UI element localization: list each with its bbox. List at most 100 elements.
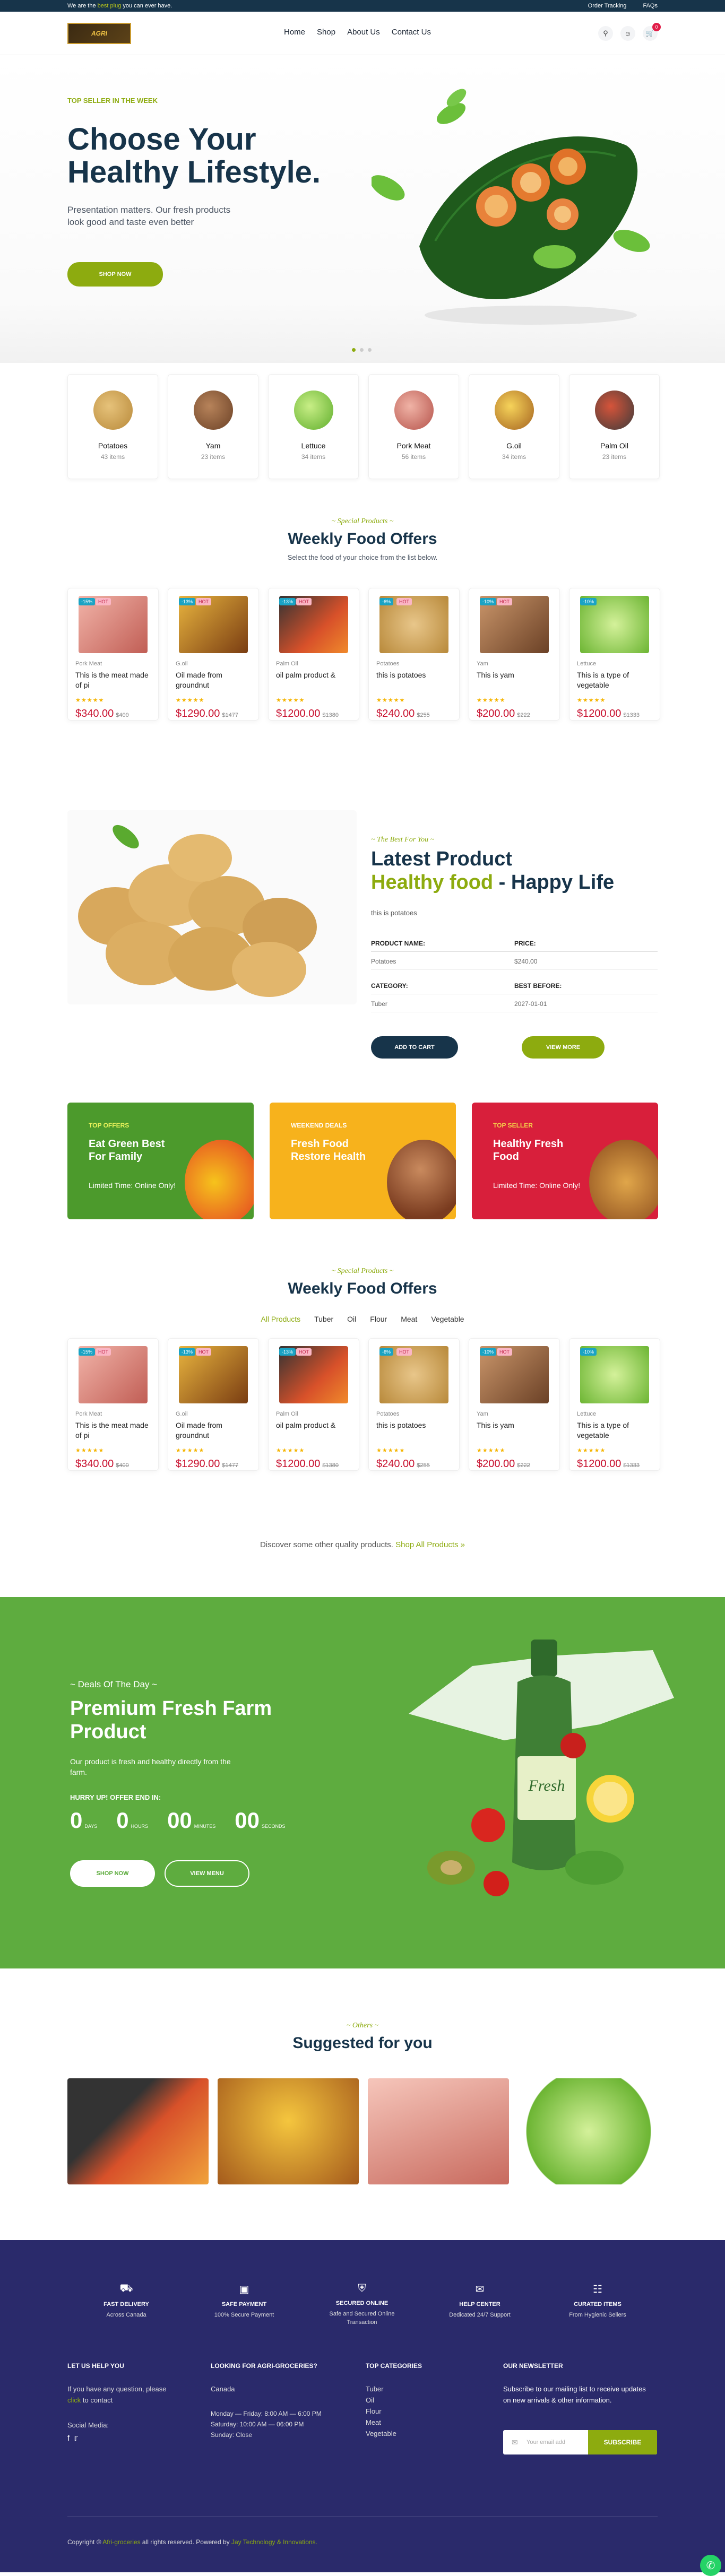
category-card-g-oil[interactable]: G.oil 34 items	[469, 374, 559, 479]
product-name[interactable]: oil palm product &	[276, 1420, 351, 1441]
hours-sunday: Sunday: Close	[211, 2431, 253, 2439]
hero-shop-now-button[interactable]: SHOP NOW	[67, 262, 163, 287]
footer-category-link[interactable]: Oil	[366, 2395, 451, 2406]
category-card-palm-oil[interactable]: Palm Oil 23 items	[569, 374, 660, 479]
product-name[interactable]: oil palm product &	[276, 670, 351, 690]
nav-contact-us[interactable]: Contact Us	[392, 28, 431, 37]
product-name[interactable]: This is the meat made of pi	[75, 670, 151, 690]
product-card[interactable]: -10% HOT Yam This is yam ★★★★★ $200.00 $222	[469, 588, 560, 721]
chat-icon: ✉	[475, 2284, 485, 2295]
promo-eat-green[interactable]: TOP OFFERS Eat Green Best For Family Limit…	[67, 1103, 254, 1219]
search-icon[interactable]: ⚲	[598, 26, 613, 41]
view-more-button[interactable]: VIEW MORE	[522, 1036, 605, 1059]
facebook-icon[interactable]: f	[67, 2434, 70, 2443]
product-card[interactable]: -13% HOT G.oil Oil made from groundnut ★★★★★…	[168, 588, 259, 721]
feature-help-center: ✉ HELP CENTER Dedicated 24/7 Support	[421, 2283, 539, 2327]
product-card[interactable]: -6% HOT Potatoes this is potatoes ★★★★★ $240.…	[368, 1338, 460, 1471]
product-name[interactable]: This is yam	[477, 1420, 552, 1441]
tab-tuber[interactable]: Tuber	[314, 1315, 333, 1323]
nav-home[interactable]: Home	[284, 28, 305, 37]
product-card[interactable]: -6% HOT Potatoes this is potatoes ★★★★★ $240.…	[368, 588, 460, 721]
footer-category-link[interactable]: Tuber	[366, 2383, 451, 2395]
user-icon[interactable]: ☺	[620, 26, 635, 41]
slider-dot[interactable]	[368, 348, 372, 352]
suggested-groundnut-oil[interactable]	[218, 2078, 359, 2184]
tab-flour[interactable]: Flour	[370, 1315, 387, 1323]
footer-category-link[interactable]: Flour	[366, 2406, 451, 2417]
product-name[interactable]: Oil made from groundnut	[176, 1420, 251, 1441]
shop-all-products-link[interactable]: Shop All Products »	[395, 1540, 465, 1549]
contact-click-link[interactable]: click	[67, 2396, 81, 2404]
pork-meat-image	[394, 391, 434, 430]
product-card[interactable]: -15% HOT Pork Meat This is the meat made of…	[67, 1338, 159, 1471]
category-card-yam[interactable]: Yam 23 items	[168, 374, 258, 479]
old-price: $222	[517, 1462, 530, 1469]
product-card[interactable]: -15% HOT Pork Meat This is the meat made of…	[67, 588, 159, 721]
tab-oil[interactable]: Oil	[347, 1315, 356, 1323]
hot-badge: HOT	[396, 1348, 412, 1356]
category-card-potatoes[interactable]: Potatoes 43 items	[67, 374, 158, 479]
deal-view-menu-button[interactable]: VIEW MENU	[165, 1860, 249, 1887]
deal-kicker: ~ Deals Of The Day ~	[70, 1679, 158, 1689]
twitter-icon[interactable]: 𝕣	[74, 2434, 78, 2443]
product-card[interactable]: -10% Lettuce This is a type of vegetable ★★…	[569, 588, 660, 721]
product-name[interactable]: this is potatoes	[376, 670, 452, 690]
discount-badge: -6%	[379, 1348, 394, 1356]
product-card[interactable]: -10% HOT Yam This is yam ★★★★★ $200.00 $222	[469, 1338, 560, 1471]
nav-about-us[interactable]: About Us	[347, 28, 380, 37]
newsletter-form: ✉ Your email add SUBSCRIBE	[503, 2430, 657, 2454]
slider-dot[interactable]	[360, 348, 364, 352]
tab-vegetable[interactable]: Vegetable	[431, 1315, 464, 1323]
palm-oil-image	[594, 391, 634, 430]
tab-all-products[interactable]: All Products	[261, 1315, 300, 1323]
category-count: 23 items	[201, 453, 226, 461]
rating-stars: ★★★★★	[477, 697, 506, 704]
order-tracking-link[interactable]: Order Tracking	[588, 3, 627, 9]
category-card-pork-meat[interactable]: Pork Meat 56 items	[368, 374, 459, 479]
cart-icon[interactable]: 🛒 0	[643, 23, 661, 41]
old-price: $222	[517, 712, 530, 718]
product-card[interactable]: -13% HOT Palm Oil oil palm product & ★★★★★ $1…	[268, 588, 359, 721]
tab-meat[interactable]: Meat	[401, 1315, 417, 1323]
footer-category-link[interactable]: Meat	[366, 2417, 451, 2428]
product-name[interactable]: This is a type of vegetable	[577, 670, 652, 690]
suggested-pork-meat[interactable]	[368, 2078, 509, 2184]
promo-healthy-food[interactable]: TOP SELLER Healthy Fresh Food Limited Time…	[472, 1103, 658, 1219]
product-name[interactable]: This is yam	[477, 670, 552, 690]
subscribe-button[interactable]: SUBSCRIBE	[588, 2430, 657, 2454]
deal-shop-now-button[interactable]: SHOP NOW	[70, 1860, 155, 1887]
nav-shop[interactable]: Shop	[317, 28, 335, 37]
add-to-cart-button[interactable]: ADD TO CART	[371, 1036, 458, 1059]
product-name[interactable]: this is potatoes	[376, 1420, 452, 1441]
hot-badge: HOT	[196, 598, 211, 605]
promo-kicker: WEEKEND DEALS	[291, 1122, 347, 1129]
deal-of-the-day-section: ~ Deals Of The Day ~ Premium Fresh Farm …	[0, 1597, 725, 1968]
hours-weekdays: Monday — Friday: 8:00 AM — 6:00 PM	[211, 2410, 322, 2417]
footer-divider	[67, 2516, 658, 2517]
newsletter-description: Subscribe to our mailing list to receive…	[503, 2385, 646, 2404]
suggested-lettuce[interactable]	[518, 2078, 659, 2184]
powered-by-link[interactable]: Jay Technology & Innovations.	[231, 2538, 317, 2546]
discount-badge: -6%	[379, 598, 394, 605]
product-category: Lettuce	[577, 661, 597, 667]
truck-icon: ⛟	[119, 2283, 133, 2294]
footer-category-link[interactable]: Vegetable	[366, 2428, 451, 2439]
whatsapp-icon[interactable]: ✆	[700, 2555, 721, 2576]
product-card[interactable]: -13% HOT G.oil Oil made from groundnut ★★★★★…	[168, 1338, 259, 1471]
site-logo[interactable]: AGRI	[67, 22, 131, 44]
product-card[interactable]: -13% HOT Palm Oil oil palm product & ★★★★★ $1…	[268, 1338, 359, 1471]
product-price: $340.00	[75, 708, 114, 719]
product-price: $1200.00	[276, 708, 321, 719]
suggested-palm-oil[interactable]	[67, 2078, 209, 2184]
promo-fresh-food[interactable]: WEEKEND DEALS Fresh Food Restore Health	[270, 1103, 456, 1219]
product-name[interactable]: This is a type of vegetable	[577, 1420, 652, 1441]
product-name[interactable]: This is the meat made of pi	[75, 1420, 151, 1441]
category-card-lettuce[interactable]: Lettuce 34 items	[268, 374, 359, 479]
slider-dot[interactable]	[352, 348, 356, 352]
product-name[interactable]: Oil made from groundnut	[176, 670, 251, 690]
product-card[interactable]: -10% Lettuce This is a type of vegetable ★★…	[569, 1338, 660, 1471]
faqs-link[interactable]: FAQs	[643, 3, 658, 9]
feature-safe-payment: ▣ SAFE PAYMENT 100% Secure Payment	[185, 2283, 303, 2327]
section-kicker: ~ Special Products ~	[331, 1267, 394, 1275]
suggested-products	[67, 2078, 659, 2184]
